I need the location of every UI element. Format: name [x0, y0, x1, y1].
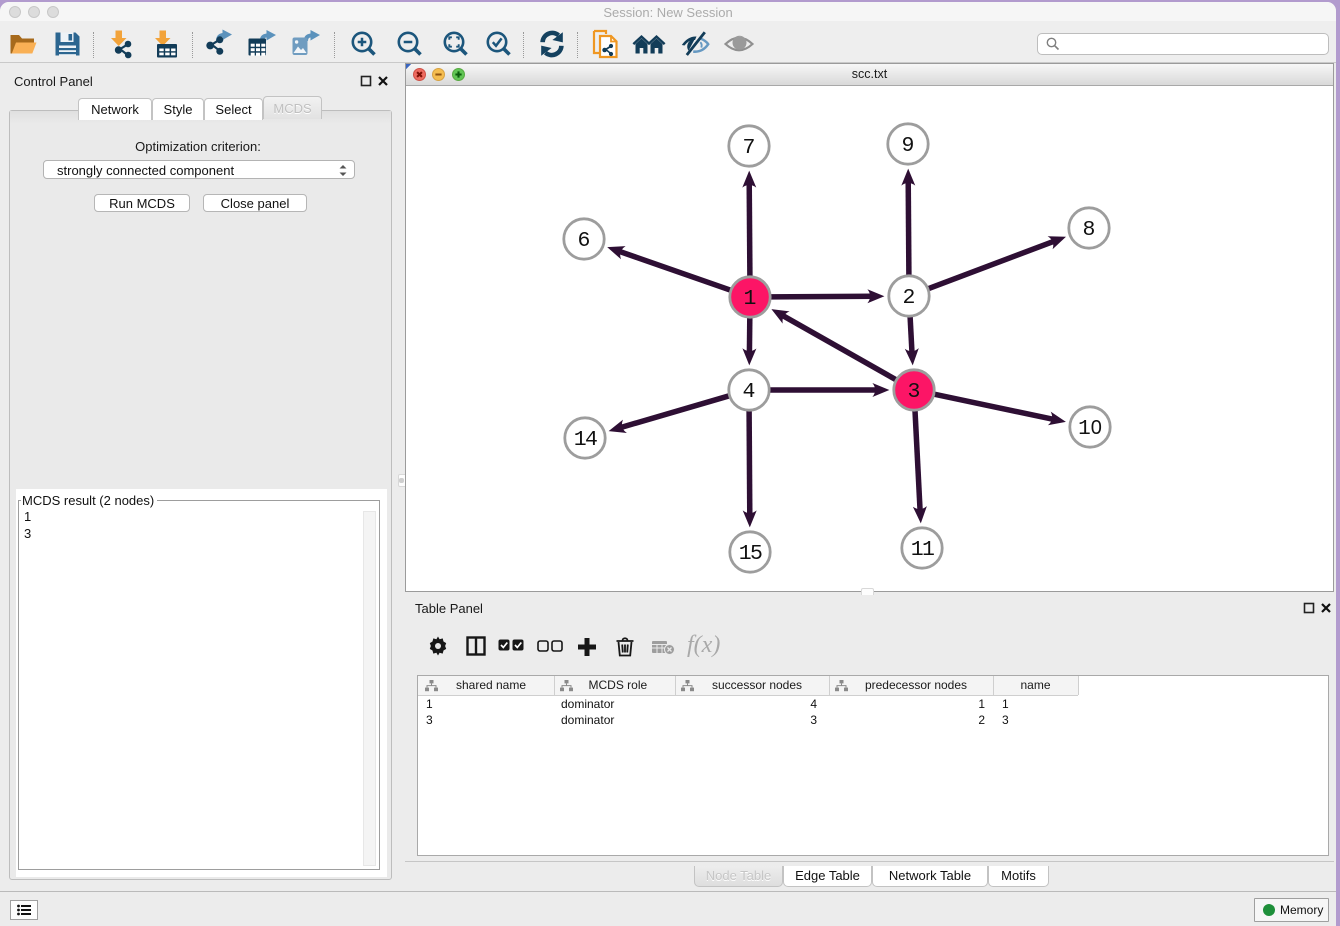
- svg-text:14: 14: [574, 428, 597, 452]
- svg-text:10: 10: [1078, 417, 1102, 441]
- svg-text:6: 6: [578, 229, 591, 253]
- svg-text:3: 3: [908, 380, 921, 404]
- svg-text:11: 11: [911, 538, 934, 562]
- svg-text:8: 8: [1083, 218, 1096, 242]
- svg-text:1: 1: [744, 287, 757, 311]
- svg-text:4: 4: [743, 380, 756, 404]
- svg-text:2: 2: [903, 286, 916, 310]
- svg-text:9: 9: [902, 134, 915, 158]
- svg-text:15: 15: [739, 542, 762, 566]
- svg-text:7: 7: [743, 136, 756, 160]
